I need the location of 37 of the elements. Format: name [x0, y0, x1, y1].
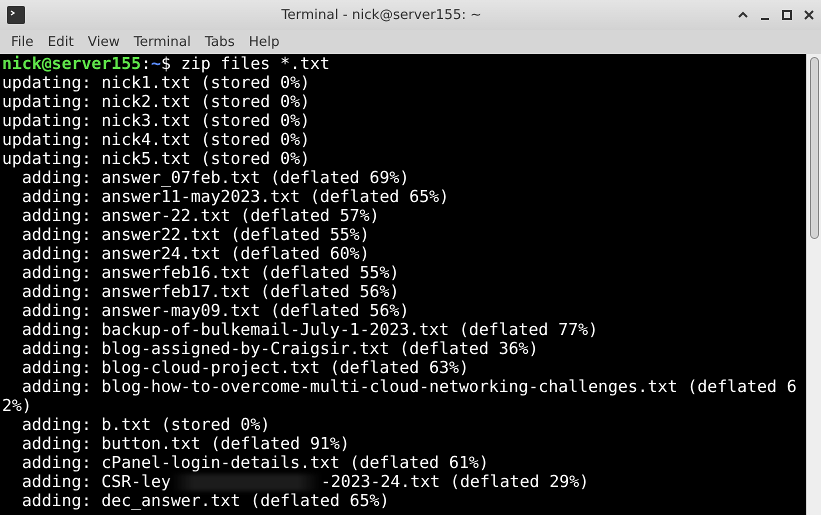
- terminal-text: -2023-24.txt (deflated 29%): [320, 472, 590, 491]
- terminal-line: adding: blog-how-to-overcome-multi-cloud-networking-challenges.txt (deflated 6: [20, 377, 797, 396]
- terminal-line: adding: answer-may09.txt (deflated 56%): [20, 301, 410, 320]
- terminal-line: adding: button.txt (deflated 91%): [20, 434, 350, 453]
- terminal-line: adding: answer11-may2023.txt (deflated 65%): [20, 187, 450, 206]
- terminal-line: updating: nick3.txt (stored 0%): [2, 111, 310, 130]
- scrollbar-thumb[interactable]: [810, 57, 818, 239]
- maximize-icon[interactable]: [781, 9, 793, 21]
- terminal-line: updating: nick4.txt (stored 0%): [2, 130, 310, 149]
- scrollbar[interactable]: [806, 54, 821, 515]
- terminal-icon: [6, 5, 26, 25]
- menu-item[interactable]: Help: [242, 34, 287, 50]
- terminal-line: adding: dec_answer.txt (deflated 65%): [20, 491, 390, 510]
- terminal-line: adding: blog-assigned-by-Craigsir.txt (deflated 36%): [20, 339, 538, 358]
- menu-item[interactable]: Edit: [40, 34, 81, 50]
- terminal-line: updating: nick5.txt (stored 0%): [2, 149, 310, 168]
- terminal-line: adding: answer22.txt (deflated 55%): [20, 225, 370, 244]
- terminal-line: adding: answer24.txt (deflated 60%): [20, 244, 370, 263]
- prompt-line: nick@server155:~$ zip files *.txt: [2, 54, 330, 73]
- terminal-line: adding: blog-cloud-project.txt (deflated 63%): [20, 358, 469, 377]
- terminal-text: adding: CSR-ley: [20, 472, 171, 491]
- menu-item[interactable]: View: [80, 34, 127, 50]
- terminal-line: updating: nick2.txt (stored 0%): [2, 92, 310, 111]
- terminal-line: 2%): [2, 396, 32, 415]
- terminal-line: adding: cPanel-login-details.txt (deflated 61%): [20, 453, 489, 472]
- window-title: Terminal - nick@server155: ~: [280, 7, 483, 23]
- terminal-line: adding: b.txt (stored 0%): [20, 415, 270, 434]
- menu-item[interactable]: File: [4, 34, 41, 50]
- terminal-line: adding: answer_07feb.txt (deflated 69%): [20, 168, 410, 187]
- terminal-line: adding: answerfeb16.txt (deflated 55%): [20, 263, 400, 282]
- menu-item[interactable]: Tabs: [198, 34, 242, 50]
- terminal-line: adding: answer-22.txt (deflated 57%): [20, 206, 380, 225]
- terminal-line: updating: nick1.txt (stored 0%): [2, 73, 310, 92]
- menu-item[interactable]: Terminal: [126, 34, 198, 50]
- terminal-line: adding: answerfeb17.txt (deflated 56%): [20, 282, 400, 301]
- terminal-line: adding: backup-of-bulkemail-July-1-2023.txt (deflated 77%): [20, 320, 598, 339]
- close-icon[interactable]: [803, 9, 815, 21]
